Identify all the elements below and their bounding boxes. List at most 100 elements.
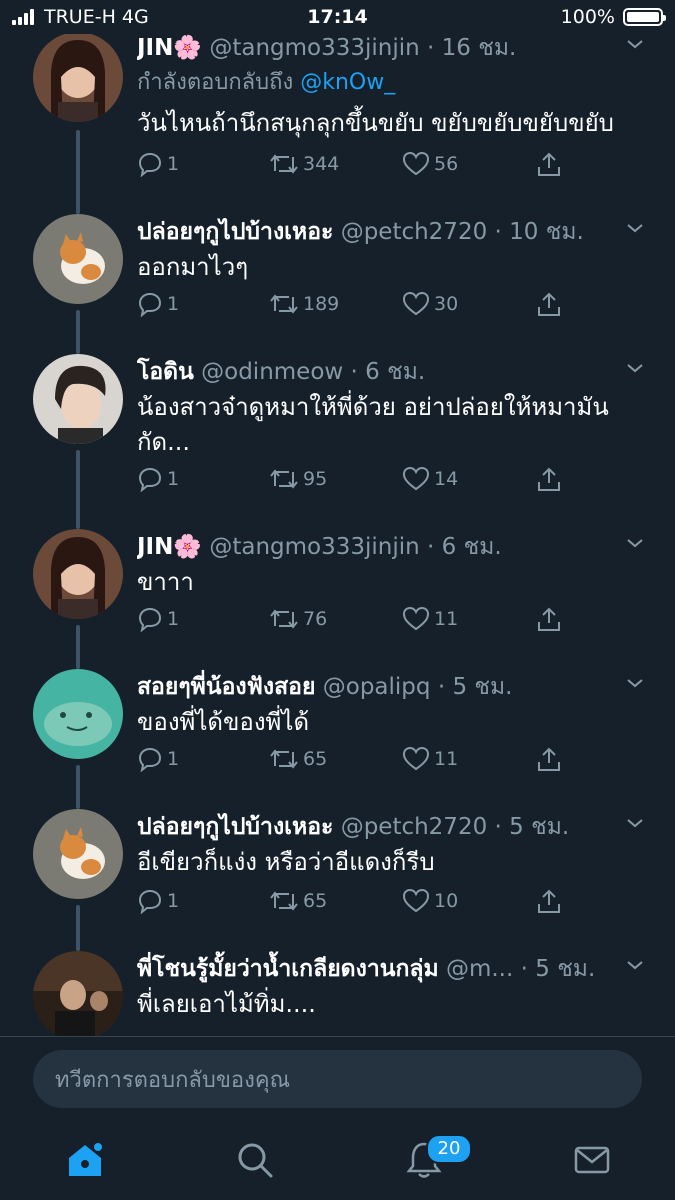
like-button[interactable]: 56 (402, 151, 458, 177)
retweet-count: 76 (303, 608, 328, 630)
handle[interactable]: @petch2720 (341, 219, 488, 245)
tweet-header: พี่โชนรู้มั้ยว่าน้ำเกลียดงานกลุ่ม @m... … (137, 951, 615, 987)
timestamp: · 5 ชม. (520, 956, 596, 982)
retweet-button[interactable]: 65 (269, 888, 327, 914)
handle[interactable]: @tangmo333jinjin (209, 35, 419, 61)
tweet-actions: 1 95 14 (137, 466, 675, 496)
tweet[interactable]: ปล่อยๆกูไปบ้างเหอะ @petch2720 · 5 ชม. อี… (0, 809, 675, 951)
tweet[interactable]: ปล่อยๆกูไปบ้างเหอะ @petch2720 · 10 ชม. อ… (0, 214, 675, 354)
timestamp: · 6 ชม. (350, 359, 426, 385)
replying-to: กำลังตอบกลับถึง @knOw_ (137, 64, 395, 99)
chevron-down-icon[interactable] (625, 533, 645, 553)
replying-to-label: กำลังตอบกลับถึง (137, 70, 294, 95)
reply-button[interactable]: 1 (137, 746, 179, 772)
chevron-down-icon[interactable] (625, 813, 645, 833)
avatar[interactable] (33, 669, 123, 759)
tab-bar (0, 1126, 675, 1200)
avatar[interactable] (33, 809, 123, 899)
tweet[interactable]: JIN🌸 @tangmo333jinjin · 6 ชม. ขาาา 1 76 … (0, 529, 675, 669)
chevron-down-icon[interactable] (625, 955, 645, 975)
like-button[interactable]: 11 (402, 746, 458, 772)
tweet-text: วันไหนถ้านึกสนุกลุกขึ้นขยับ ขยับขยับขยับ… (137, 109, 614, 137)
display-name[interactable]: ปล่อยๆกูไปบ้างเหอะ (137, 814, 333, 840)
display-name[interactable]: โอดิน (137, 359, 194, 385)
share-button[interactable] (536, 606, 562, 632)
share-icon (538, 889, 560, 913)
avatar[interactable] (33, 529, 123, 619)
like-count: 30 (434, 293, 459, 315)
tweet[interactable]: สอยๆพี่น้องฟังสอย @opalipq · 5 ชม. ของพี… (0, 669, 675, 809)
mention-link[interactable]: @knOw_ (300, 70, 395, 95)
retweet-button[interactable]: 95 (269, 466, 327, 492)
timestamp: · 5 ชม. (494, 814, 570, 840)
handle[interactable]: @tangmo333jinjin (209, 534, 419, 560)
reply-input[interactable]: ทวีตการตอบกลับของคุณ (33, 1050, 642, 1108)
display-name[interactable]: ปล่อยๆกูไปบ้างเหอะ (137, 219, 333, 245)
share-button[interactable] (536, 466, 562, 492)
chevron-down-icon[interactable] (625, 358, 645, 378)
reply-button[interactable]: 1 (137, 888, 179, 914)
handle[interactable]: @petch2720 (341, 814, 488, 840)
avatar[interactable] (33, 34, 123, 122)
display-name[interactable]: JIN🌸 (137, 35, 202, 61)
retweet-button[interactable]: 76 (269, 606, 327, 632)
reply-icon (138, 292, 162, 317)
handle[interactable]: @opalipq (323, 674, 431, 700)
retweet-icon (270, 609, 298, 629)
like-button[interactable]: 30 (402, 291, 458, 317)
thread-line (76, 310, 80, 354)
mail-icon[interactable] (572, 1140, 612, 1180)
tweet-text: ของพี่ได้ของพี่ได้ (137, 708, 310, 736)
timestamp: · 16 ชม. (427, 35, 517, 61)
search-icon[interactable] (235, 1140, 275, 1180)
display-name[interactable]: พี่โชนรู้มั้ยว่าน้ำเกลียดงานกลุ่ม (137, 956, 439, 982)
share-button[interactable] (536, 151, 562, 177)
avatar[interactable] (33, 951, 123, 1036)
reply-count: 1 (167, 748, 180, 770)
tweet-actions: 1 65 10 (137, 888, 675, 918)
share-button[interactable] (536, 291, 562, 317)
share-button[interactable] (536, 888, 562, 914)
reply-count: 1 (167, 608, 180, 630)
tweet-actions: 1 65 11 (137, 746, 675, 776)
reply-button[interactable]: 1 (137, 291, 179, 317)
retweet-button[interactable]: 189 (269, 291, 339, 317)
share-icon (538, 607, 560, 631)
tweet[interactable]: พี่โชนรู้มั้ยว่าน้ำเกลียดงานกลุ่ม @m... … (0, 951, 675, 1036)
like-button[interactable]: 10 (402, 888, 458, 914)
retweet-button[interactable]: 344 (269, 151, 339, 177)
reply-count: 1 (167, 890, 180, 912)
home-icon[interactable] (65, 1140, 105, 1180)
tweet-thread[interactable]: JIN🌸 @tangmo333jinjin · 16 ชม. กำลังตอบก… (0, 34, 675, 1036)
thread-line (76, 130, 80, 214)
retweet-count: 189 (303, 293, 340, 315)
chevron-down-icon[interactable] (625, 218, 645, 238)
display-name[interactable]: JIN🌸 (137, 534, 202, 560)
share-button[interactable] (536, 746, 562, 772)
tweet-header: ปล่อยๆกูไปบ้างเหอะ @petch2720 · 10 ชม. (137, 214, 615, 250)
retweet-icon (270, 891, 298, 911)
timestamp: · 10 ชม. (494, 219, 584, 245)
tweet[interactable]: JIN🌸 @tangmo333jinjin · 16 ชม. กำลังตอบก… (0, 34, 675, 214)
like-button[interactable]: 14 (402, 466, 458, 492)
retweet-icon (270, 469, 298, 489)
reply-button[interactable]: 1 (137, 466, 179, 492)
reply-button[interactable]: 1 (137, 606, 179, 632)
reply-icon (138, 152, 162, 177)
chevron-down-icon[interactable] (625, 34, 645, 54)
reply-button[interactable]: 1 (137, 151, 179, 177)
handle[interactable]: @odinmeow (201, 359, 343, 385)
tweet-text: อีเขียวก็แง่ง หรือว่าอีแดงก็รีบ (137, 848, 435, 876)
tweet-actions: 1 189 30 (137, 291, 675, 321)
display-name[interactable]: สอยๆพี่น้องฟังสอย (137, 674, 315, 700)
chevron-down-icon[interactable] (625, 673, 645, 693)
retweet-count: 344 (303, 153, 340, 175)
heart-icon (402, 746, 430, 771)
tweet[interactable]: โอดิน @odinmeow · 6 ชม. น้องสาวจ๋าดูหมาใ… (0, 354, 675, 529)
avatar[interactable] (33, 214, 123, 304)
tweet-text: พี่เลยเอาไม้ทิ่ม.... (137, 990, 316, 1018)
handle[interactable]: @m... (446, 956, 513, 982)
retweet-button[interactable]: 65 (269, 746, 327, 772)
avatar[interactable] (33, 354, 123, 444)
like-button[interactable]: 11 (402, 606, 458, 632)
